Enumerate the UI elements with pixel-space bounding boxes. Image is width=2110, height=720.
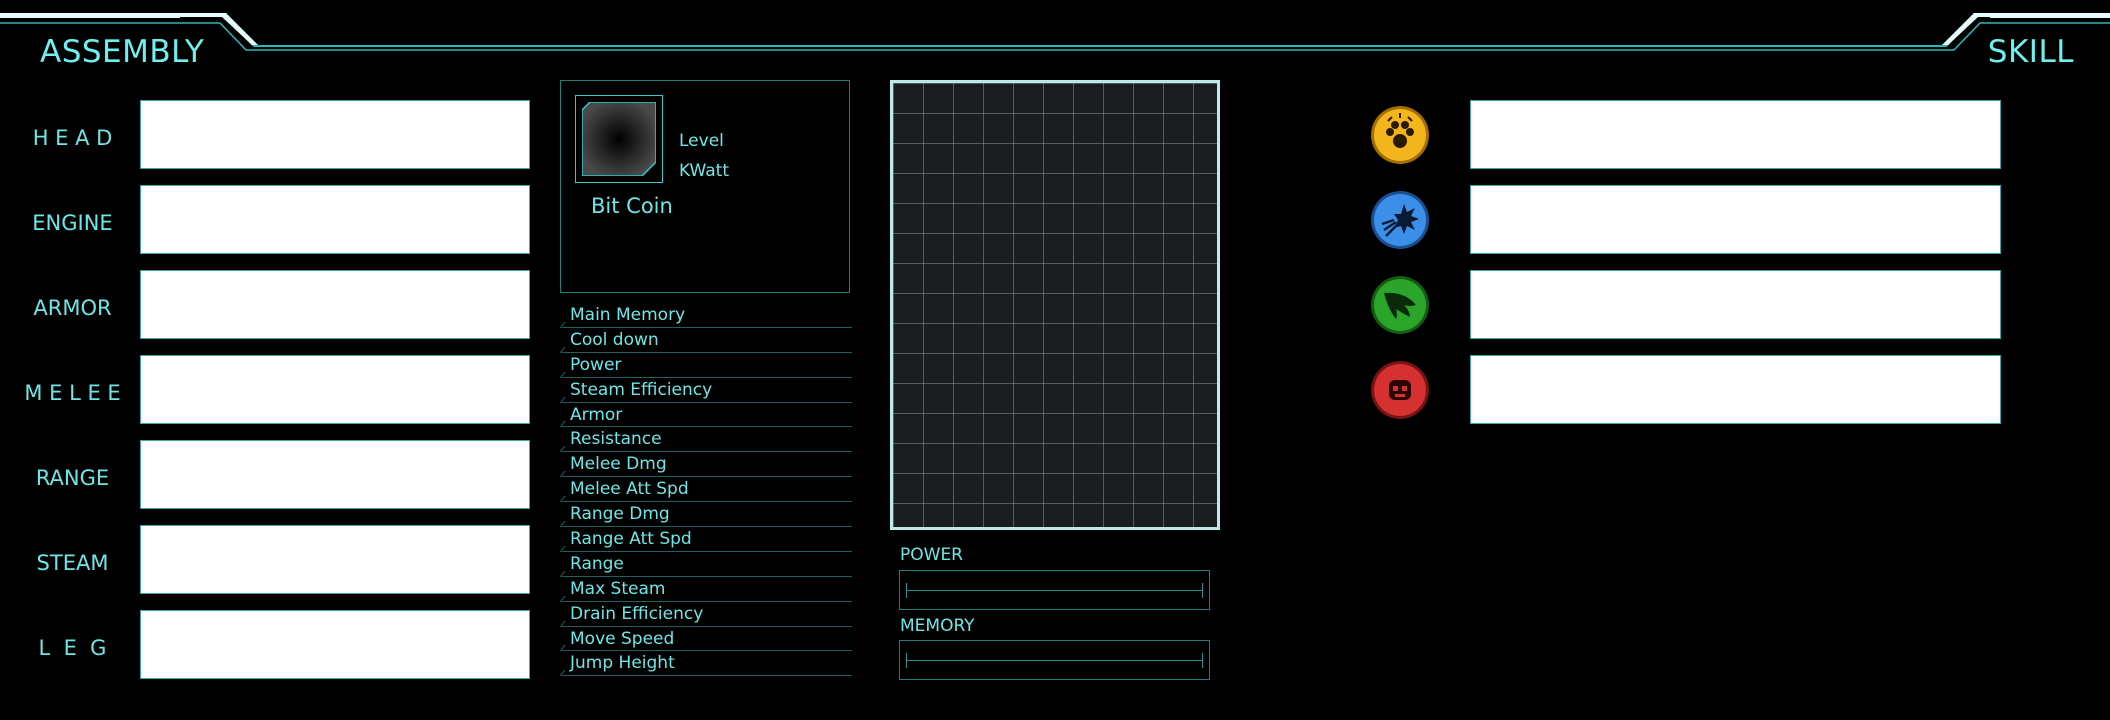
chip-frame[interactable] <box>575 95 663 183</box>
slot-label-range: RANGE <box>35 466 110 490</box>
stat-row: Melee Dmg <box>559 452 852 478</box>
slot-label-steam: STEAM <box>36 551 109 575</box>
wing-feather-icon[interactable] <box>1370 275 1430 335</box>
stat-row: Armor <box>559 403 852 428</box>
stat-label: Power <box>570 354 622 375</box>
skill-title: SKILL <box>1987 34 2074 70</box>
stat-label: Cool down <box>570 329 659 350</box>
slot-range[interactable] <box>140 440 530 509</box>
skill-slot-4[interactable] <box>1470 355 2001 424</box>
stat-row: Resistance <box>559 427 852 453</box>
memory-label: MEMORY <box>900 616 975 636</box>
top-frame <box>0 13 2110 51</box>
slot-label-leg: L E G <box>38 636 107 660</box>
slot-leg[interactable] <box>140 610 530 679</box>
slot-head[interactable] <box>140 100 530 169</box>
power-meter <box>899 570 1210 610</box>
slot-label-melee: M E L E E <box>24 381 121 405</box>
cpu-chip-icon <box>582 102 656 176</box>
stat-label: Range <box>570 553 624 574</box>
stat-label: Melee Dmg <box>570 454 667 475</box>
paw-claw-icon[interactable] <box>1370 105 1430 165</box>
stat-label: Drain Efficiency <box>570 603 704 624</box>
slot-melee[interactable] <box>140 355 530 424</box>
stat-label: Melee Att Spd <box>570 479 689 500</box>
stat-row: Main Memory <box>559 303 852 328</box>
assembly-grid[interactable] <box>890 80 1220 530</box>
slot-steam[interactable] <box>140 525 530 594</box>
slot-label-armor: ARMOR <box>33 296 112 320</box>
burst-blast-icon[interactable] <box>1370 190 1430 250</box>
stat-row: Power <box>559 353 852 378</box>
stat-label: Resistance <box>570 429 662 450</box>
stat-label: Main Memory <box>570 305 686 325</box>
assembly-title: ASSEMBLY <box>40 34 205 70</box>
stat-row: Range <box>559 552 852 577</box>
stat-row: Cool down <box>559 328 852 353</box>
power-label: POWER <box>900 545 963 565</box>
slot-label-head: H E A D <box>32 126 113 150</box>
skill-slot-2[interactable] <box>1470 185 2001 254</box>
slot-label-engine: ENGINE <box>32 211 113 235</box>
memory-meter <box>899 640 1210 680</box>
stat-row: Range Att Spd <box>559 527 852 552</box>
stat-label: Range Att Spd <box>570 529 692 550</box>
kwatt-label: KWatt <box>679 161 730 181</box>
stat-row: Drain Efficiency <box>559 602 852 627</box>
stat-label: Steam Efficiency <box>570 379 713 400</box>
slot-engine[interactable] <box>140 185 530 254</box>
stat-label: Max Steam <box>570 578 666 599</box>
stat-row: Range Dmg <box>559 502 852 528</box>
bitcoin-label: Bit Coin <box>591 194 673 218</box>
stat-label: Jump Height <box>570 653 675 674</box>
skill-slot-1[interactable] <box>1470 100 2001 169</box>
robot-face-icon[interactable] <box>1370 360 1430 420</box>
stat-row: Max Steam <box>559 577 852 602</box>
stat-row: Move Speed <box>559 627 852 652</box>
stat-label: Range Dmg <box>570 504 670 525</box>
level-label: Level <box>679 131 724 151</box>
stat-row: Steam Efficiency <box>559 378 852 403</box>
stat-row: Jump Height <box>559 651 852 677</box>
stat-label: Armor <box>570 404 623 425</box>
robot-info-panel: Level KWatt Bit Coin <box>560 80 850 293</box>
stat-row: Melee Att Spd <box>559 477 852 503</box>
stat-label: Move Speed <box>570 628 675 649</box>
slot-armor[interactable] <box>140 270 530 339</box>
skill-slot-3[interactable] <box>1470 270 2001 339</box>
stats-list: Main Memory Cool down Power Steam Effici… <box>559 303 852 677</box>
